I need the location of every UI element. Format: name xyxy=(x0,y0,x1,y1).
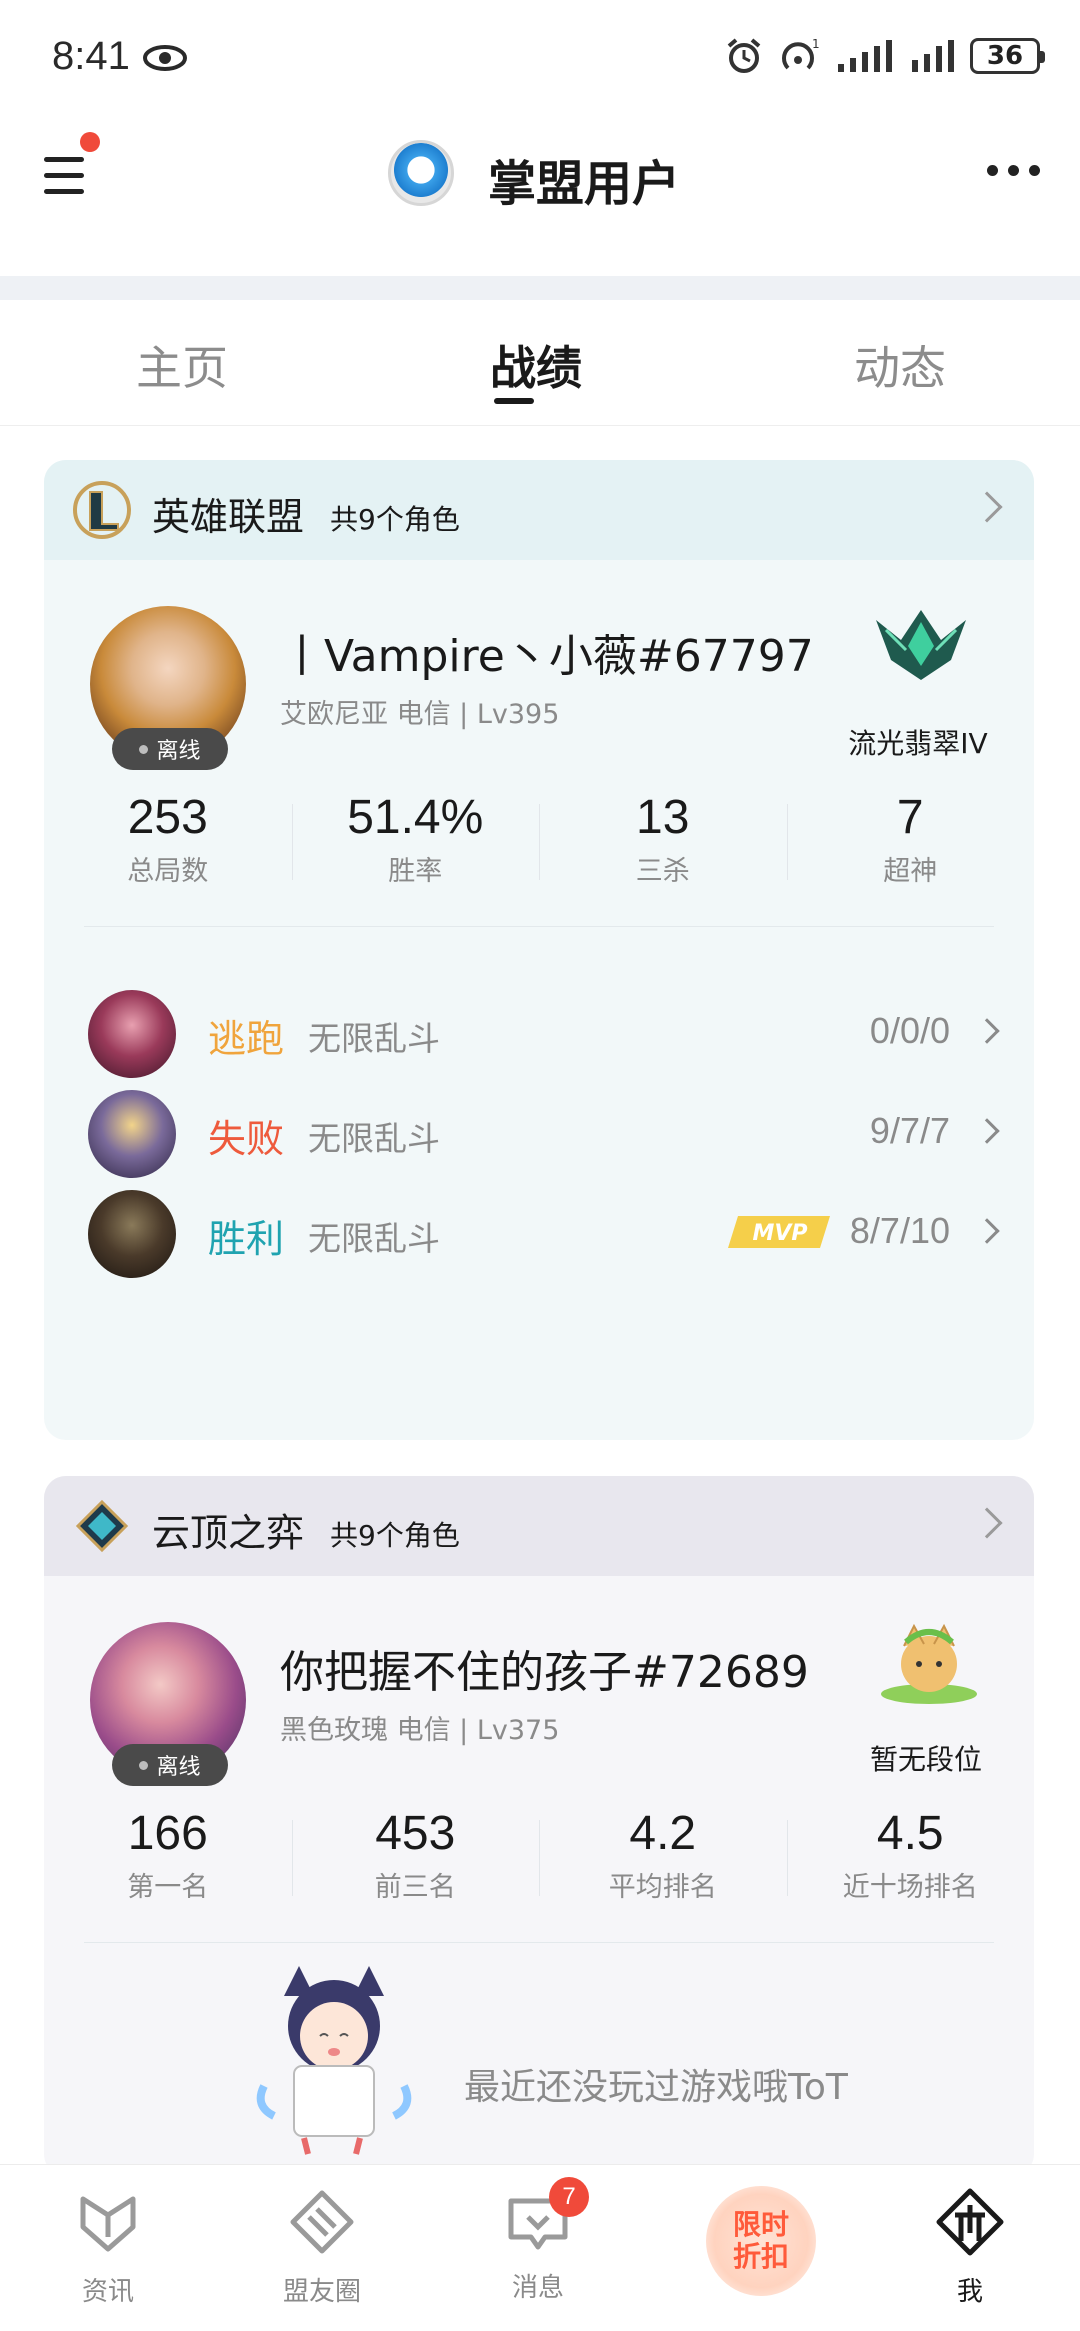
lol-status-badge: 离线 xyxy=(112,728,228,770)
tft-logo-icon xyxy=(75,1499,129,1553)
eye-comfort-icon xyxy=(143,45,187,71)
tab-records[interactable]: 战绩 xyxy=(490,332,582,398)
champion-avatar xyxy=(88,1090,176,1178)
notification-dot xyxy=(80,132,100,152)
news-icon xyxy=(80,2196,136,2252)
alarm-icon xyxy=(727,38,761,73)
match-result: 失败 xyxy=(208,1117,285,1161)
lol-player-name: 丨Vampire丶小薇#67797 xyxy=(280,631,814,682)
tft-player-sub: 黑色玫瑰 电信 | Lv375 xyxy=(280,1715,560,1746)
status-icons: 1 36 xyxy=(724,36,1045,76)
tft-role-count: 共9个角色 xyxy=(330,1519,460,1552)
stat-first-place: 166 第一名 xyxy=(127,1807,209,1903)
lol-logo-icon xyxy=(73,481,131,539)
tab-activity[interactable]: 动态 xyxy=(854,332,946,398)
chevron-right-icon xyxy=(971,1507,1003,1539)
promo-icon[interactable]: 限时折扣 xyxy=(706,2186,816,2296)
page-title: 掌盟用户 xyxy=(488,156,681,212)
emerald-rank-icon xyxy=(876,610,966,680)
tft-card-header[interactable]: 云顶之弈 共9个角色 xyxy=(44,1476,1034,1576)
friends-circle-icon xyxy=(290,2190,354,2254)
champion-avatar xyxy=(88,990,176,1078)
lol-stats: 253 总局数 51.4% 胜率 13 三杀 7 超神 xyxy=(44,790,1034,910)
stat-recent-rank: 4.5 近十场排名 xyxy=(786,1806,1035,1926)
match-row[interactable]: 逃跑 无限乱斗 0/0/0 xyxy=(44,980,1034,1080)
unread-badge: 7 xyxy=(549,2177,589,2217)
tft-player-name: 你把握不住的孩子#72689 xyxy=(280,1647,809,1698)
stat-win-rate: 51.4% 胜率 xyxy=(291,790,540,910)
mvp-badge-icon: MVP xyxy=(728,1216,830,1248)
header-separator xyxy=(0,276,1080,300)
chevron-right-icon xyxy=(974,1018,1000,1044)
lol-card-header[interactable]: 英雄联盟 共9个角色 xyxy=(44,460,1034,560)
empty-state-illustration xyxy=(256,1966,412,2155)
lol-player-sub: 艾欧尼亚 电信 | Lv395 xyxy=(280,699,560,730)
chevron-right-icon xyxy=(974,1118,1000,1144)
battery-indicator: 36 xyxy=(970,38,1045,74)
match-kda: 0/0/0 xyxy=(869,1010,950,1051)
menu-button[interactable] xyxy=(40,145,100,205)
signal-icon xyxy=(838,40,892,72)
stat-top-three: 453 前三名 xyxy=(291,1806,540,1926)
match-result: 胜利 xyxy=(208,1217,285,1261)
lol-rank-label: 流光翡翠IV xyxy=(848,727,988,760)
bottom-navigation: 资讯 盟友圈 7 消息 我 xyxy=(0,2164,1080,2331)
match-kda: 9/7/7 xyxy=(869,1110,950,1151)
nav-me[interactable]: 我 xyxy=(910,2187,1030,2308)
status-bar: 8:41 1 36 xyxy=(0,0,1080,120)
match-row[interactable]: 胜利 无限乱斗 MVP 8/7/10 xyxy=(44,1180,1034,1280)
match-kda: 8/7/10 xyxy=(849,1210,950,1251)
chevron-right-icon xyxy=(971,491,1003,523)
tft-rank-label: 暂无段位 xyxy=(869,1743,982,1776)
lol-game-name: 英雄联盟 xyxy=(152,495,305,539)
tft-card: 云顶之弈 共9个角色 离线 你把握不住的孩子#72689 黑色玫瑰 电信 | L… xyxy=(44,1476,1034,2176)
lol-role-count: 共9个角色 xyxy=(330,503,460,536)
match-mode: 无限乱斗 xyxy=(308,1019,440,1058)
divider xyxy=(84,1942,994,1943)
tab-bar: 主页 战绩 动态 xyxy=(0,300,1080,426)
divider xyxy=(84,926,994,927)
more-options-button[interactable] xyxy=(987,165,1040,176)
unranked-icon xyxy=(881,1623,977,1704)
me-icon xyxy=(936,2188,1004,2256)
match-mode: 无限乱斗 xyxy=(308,1219,440,1258)
tab-active-indicator xyxy=(494,398,534,404)
champion-avatar xyxy=(88,1190,176,1278)
nav-messages[interactable]: 7 消息 xyxy=(478,2177,598,2304)
match-row[interactable]: 失败 无限乱斗 9/7/7 xyxy=(44,1080,1034,1180)
hotspot-icon: 1 xyxy=(782,37,820,70)
status-time: 8:41 xyxy=(52,34,130,78)
stat-triple-kills: 13 三杀 xyxy=(539,790,787,910)
nav-friends-circle[interactable]: 盟友圈 xyxy=(262,2187,382,2308)
user-avatar[interactable] xyxy=(388,140,454,206)
tab-home[interactable]: 主页 xyxy=(136,332,228,398)
svg-text:1: 1 xyxy=(812,37,820,51)
match-mode: 无限乱斗 xyxy=(308,1119,440,1158)
tft-status-badge: 离线 xyxy=(112,1744,228,1786)
chevron-right-icon xyxy=(974,1218,1000,1244)
tft-game-name: 云顶之弈 xyxy=(152,1511,305,1555)
tft-stats: 166 第一名 453 前三名 4.2 平均排名 4.5 近十场排名 xyxy=(44,1806,1034,1926)
empty-state-text: 最近还没玩过游戏哦ToT xyxy=(464,2067,848,2108)
stat-legendary: 7 超神 xyxy=(786,790,1035,910)
nav-news[interactable]: 资讯 xyxy=(48,2187,168,2308)
stat-avg-rank: 4.2 平均排名 xyxy=(539,1806,787,1926)
lol-card: 英雄联盟 共9个角色 离线 丨Vampire丶小薇#67797 艾欧尼亚 电信 … xyxy=(44,460,1034,1440)
stat-total-games: 253 总局数 xyxy=(127,791,209,887)
app-header: 掌盟用户 xyxy=(0,120,1080,270)
svg-text:MVP: MVP xyxy=(752,1221,807,1246)
signal-icon-2 xyxy=(912,40,954,72)
match-result: 逃跑 xyxy=(208,1017,285,1061)
